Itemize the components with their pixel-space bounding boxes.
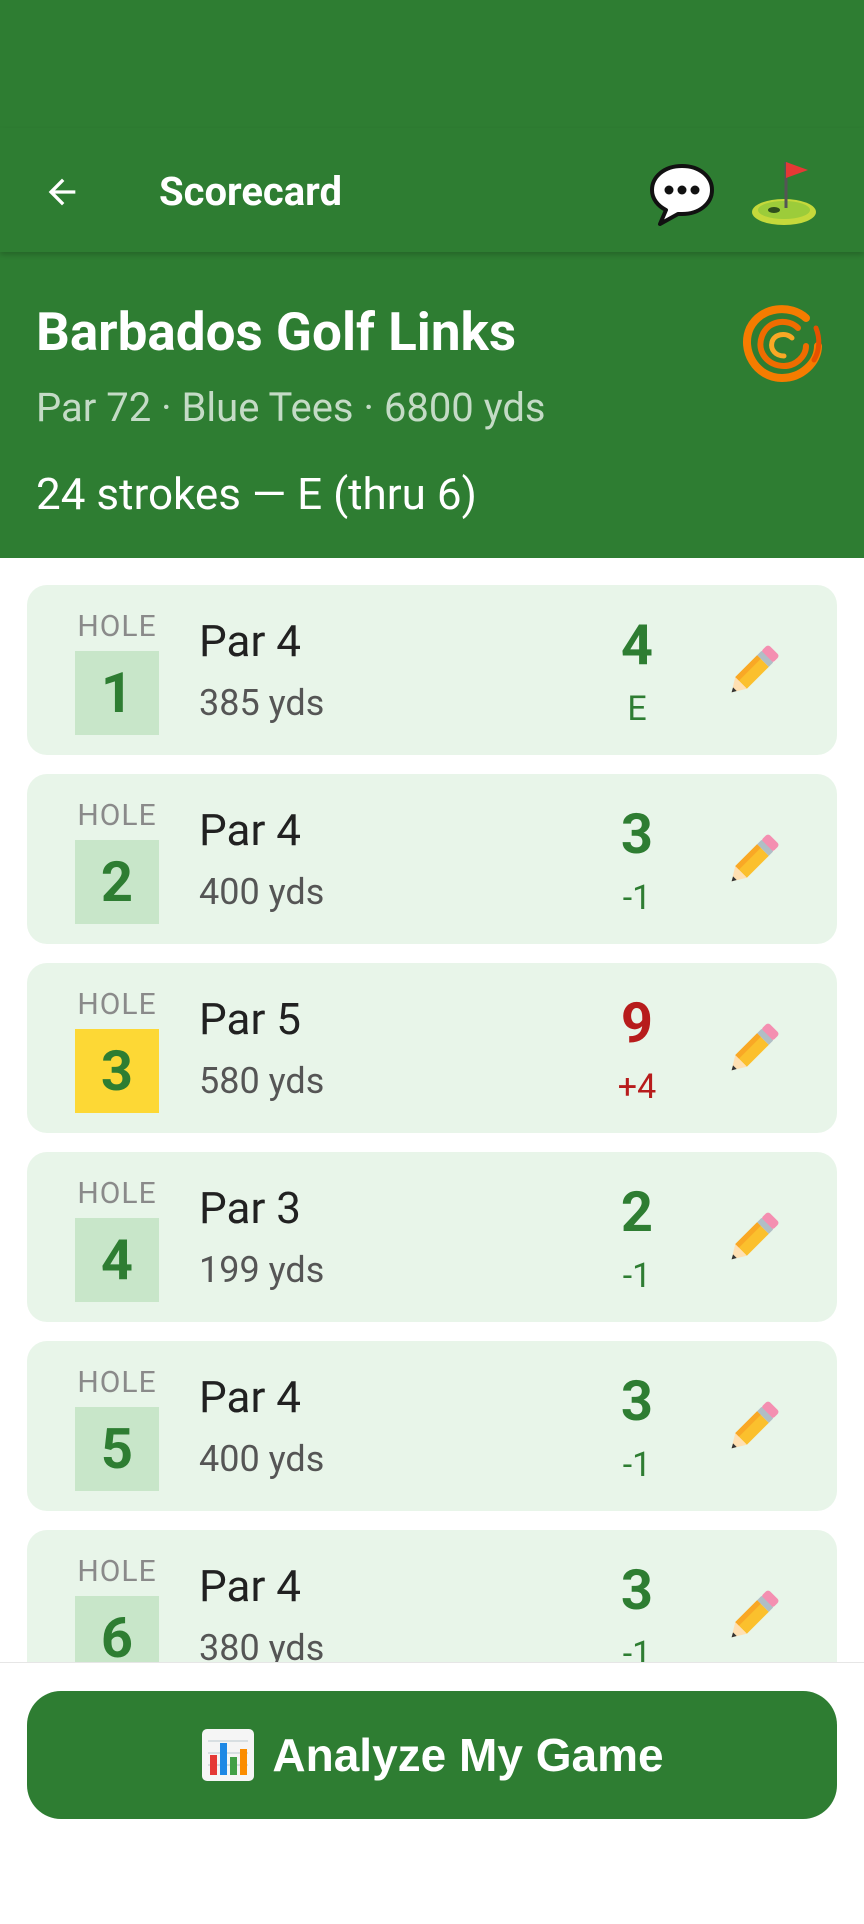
hole-score: 2: [620, 1179, 654, 1245]
hole-score: 3: [620, 1368, 654, 1434]
hole-yardage: 199 yds: [199, 1249, 325, 1291]
hole-label: HOLE: [77, 987, 157, 1022]
pencil-icon[interactable]: [719, 1584, 785, 1650]
golf-flag-icon[interactable]: [746, 156, 822, 232]
back-button[interactable]: [38, 168, 86, 216]
score-to-par: -1: [622, 1256, 652, 1296]
hole-label: HOLE: [77, 798, 157, 833]
analyze-button-label: Analyze My Game: [272, 1729, 664, 1781]
hole-list[interactable]: HOLE 1 Par 4 385 yds 4 E HOLE 2 Par 4 40…: [0, 558, 864, 1662]
hole-yardage: 380 yds: [199, 1627, 325, 1662]
hole-label: HOLE: [77, 1176, 157, 1211]
hole-label: HOLE: [77, 609, 157, 644]
course-logo-icon: [743, 305, 822, 383]
hole-par: Par 5: [199, 993, 302, 1045]
hole-yardage: 400 yds: [199, 871, 325, 913]
hole-score: 9: [620, 990, 654, 1056]
hole-card[interactable]: HOLE 4 Par 3 199 yds 2 -1: [27, 1152, 837, 1322]
course-details: Par 72 · Blue Tees · 6800 yds: [36, 384, 546, 431]
page-title: Scorecard: [159, 168, 342, 215]
hole-card[interactable]: HOLE 6 Par 4 380 yds 3 -1: [27, 1530, 837, 1662]
score-to-par: -1: [622, 1634, 652, 1662]
hole-card[interactable]: HOLE 2 Par 4 400 yds 3 -1: [27, 774, 837, 944]
hole-par: Par 3: [199, 1182, 302, 1234]
bar-chart-icon: [202, 1729, 255, 1781]
hole-card[interactable]: HOLE 1 Par 4 385 yds 4 E: [27, 585, 837, 755]
speech-bubble-icon[interactable]: [646, 158, 718, 230]
hole-number: 1: [75, 651, 159, 735]
pencil-icon[interactable]: [719, 1395, 785, 1461]
hole-number: 5: [75, 1407, 159, 1491]
course-name: Barbados Golf Links: [36, 301, 517, 363]
hole-par: Par 4: [199, 804, 302, 856]
pencil-icon[interactable]: [719, 1206, 785, 1272]
analyze-my-game-button[interactable]: Analyze My Game: [27, 1691, 837, 1819]
arrow-left-icon: [48, 178, 76, 206]
hole-number: 3: [75, 1029, 159, 1113]
hole-score: 3: [620, 801, 654, 867]
hole-card[interactable]: HOLE 3 Par 5 580 yds 9 +4: [27, 963, 837, 1133]
hole-number: 2: [75, 840, 159, 924]
bottom-bar: Analyze My Game: [0, 1662, 864, 1924]
score-to-par: -1: [622, 1445, 652, 1485]
hole-yardage: 400 yds: [199, 1438, 325, 1480]
hole-score: 3: [620, 1557, 654, 1623]
score-to-par: -1: [622, 878, 652, 918]
app-bar: Scorecard: [0, 128, 864, 252]
course-header: Barbados Golf Links Par 72 · Blue Tees ·…: [0, 252, 864, 558]
pencil-icon[interactable]: [719, 828, 785, 894]
pencil-icon[interactable]: [719, 1017, 785, 1083]
round-summary: 24 strokes — E (thru 6): [36, 468, 477, 520]
hole-par: Par 4: [199, 1560, 302, 1612]
hole-card[interactable]: HOLE 5 Par 4 400 yds 3 -1: [27, 1341, 837, 1511]
hole-par: Par 4: [199, 1371, 302, 1423]
hole-number: 6: [75, 1596, 159, 1662]
hole-par: Par 4: [199, 615, 302, 667]
hole-score: 4: [620, 612, 654, 678]
hole-yardage: 580 yds: [199, 1060, 325, 1102]
hole-label: HOLE: [77, 1365, 157, 1400]
score-to-par: +4: [617, 1067, 657, 1107]
pencil-icon[interactable]: [719, 639, 785, 705]
hole-number: 4: [75, 1218, 159, 1302]
status-bar: [0, 0, 864, 128]
hole-label: HOLE: [77, 1554, 157, 1589]
hole-yardage: 385 yds: [199, 682, 325, 724]
score-to-par: E: [627, 689, 647, 729]
